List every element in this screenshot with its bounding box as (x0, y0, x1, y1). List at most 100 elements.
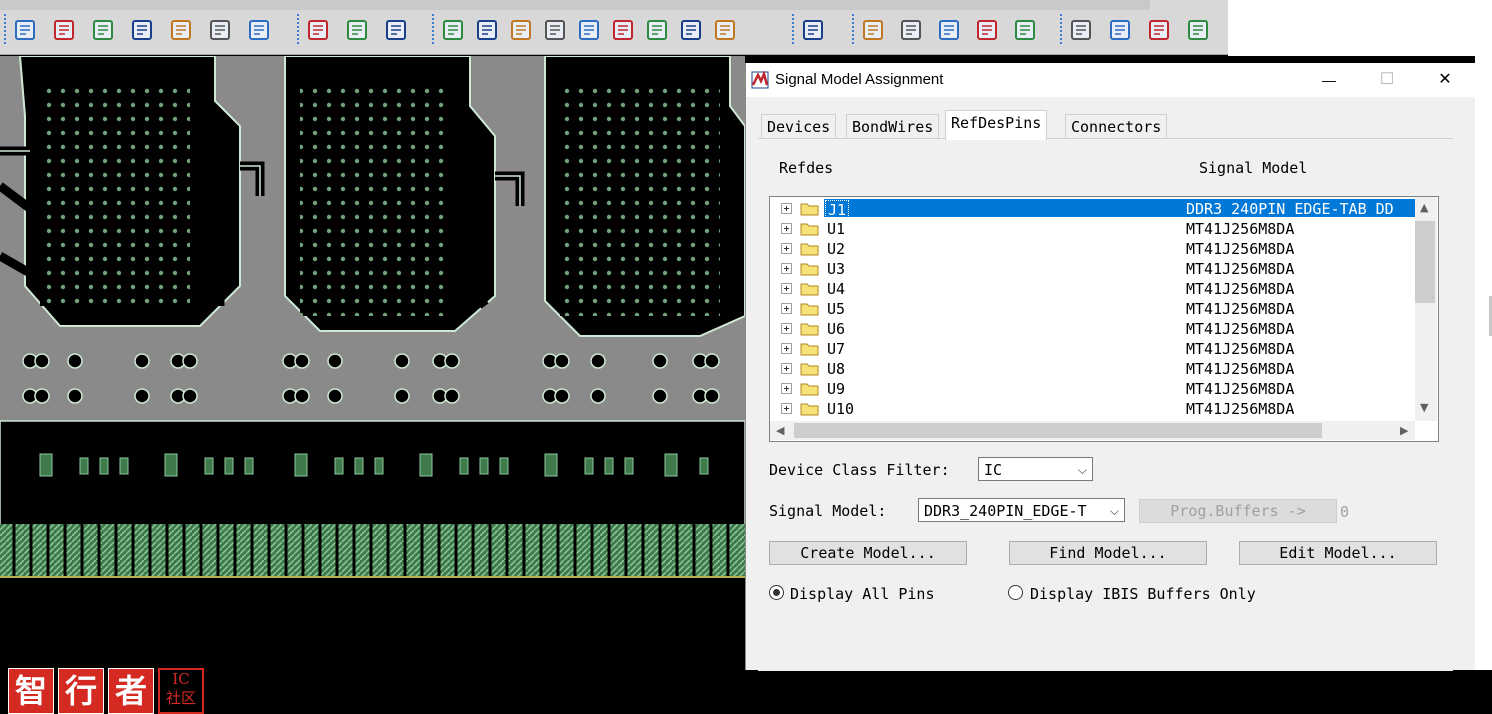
tree-row[interactable]: U4 MT41J256M8DA (770, 279, 1413, 299)
expand-icon[interactable] (781, 363, 792, 374)
refdes-cell: U7 (827, 340, 846, 358)
refdes-column-header: Refdes (779, 159, 834, 177)
display-all-pins-label[interactable]: Display All Pins (790, 585, 935, 603)
tab-refdespins[interactable]: RefDesPins (945, 110, 1048, 140)
tree-row[interactable]: U7 MT41J256M8DA (770, 339, 1413, 359)
horizontal-scroll-thumb[interactable] (794, 423, 1322, 438)
find-model-button[interactable]: Find Model... (1009, 541, 1207, 565)
scroll-up-icon[interactable]: ▲ (1420, 201, 1428, 214)
tree-row[interactable]: J1 DDR3_240PIN_EDGE-TAB_DD (770, 199, 1413, 220)
expand-icon[interactable] (781, 403, 792, 414)
component-icon[interactable] (936, 17, 962, 43)
refdes-cell: U3 (827, 260, 846, 278)
folder-icon (800, 343, 819, 356)
tree-row[interactable]: U9 MT41J256M8DA (770, 379, 1413, 399)
scroll-left-icon[interactable]: ◀ (776, 424, 784, 437)
toolbar-separator (297, 14, 299, 46)
logo-char: 智 (8, 668, 54, 714)
refdes-cell: U4 (827, 280, 846, 298)
close-button[interactable]: ✕ (1416, 63, 1474, 97)
camera-icon[interactable] (542, 17, 568, 43)
refdes-tree-list[interactable]: J1 DDR3_240PIN_EDGE-TAB_DD U1 MT41J256M8DA U… (769, 196, 1439, 442)
array-icon[interactable] (712, 17, 738, 43)
expand-icon[interactable] (781, 283, 792, 294)
board-component-icon[interactable] (305, 17, 331, 43)
tree-row[interactable]: U6 MT41J256M8DA (770, 319, 1413, 339)
create-model-button[interactable]: Create Model... (769, 541, 967, 565)
tree-row[interactable]: U1 MT41J256M8DA (770, 219, 1413, 239)
chip-block-2 (284, 56, 496, 332)
toolbar-separator (852, 14, 854, 46)
circle-select-icon[interactable] (90, 17, 116, 43)
vertical-scroll-thumb[interactable] (1415, 221, 1435, 303)
library-icon[interactable] (474, 17, 500, 43)
expand-icon[interactable] (781, 203, 792, 214)
dimension-icon[interactable] (344, 17, 370, 43)
delete-icon[interactable] (246, 17, 272, 43)
expand-icon[interactable] (781, 243, 792, 254)
edit-model-button[interactable]: Edit Model... (1239, 541, 1437, 565)
grid-dots-icon[interactable] (644, 17, 670, 43)
expand-icon[interactable] (781, 343, 792, 354)
signal-model-cell: MT41J256M8DA (1186, 380, 1295, 398)
folder-icon (800, 203, 819, 216)
expand-icon[interactable] (781, 223, 792, 234)
display-all-pins-radio[interactable] (769, 585, 784, 600)
display-ibis-buffers-radio[interactable] (1008, 585, 1023, 600)
refdes-icon[interactable] (576, 17, 602, 43)
expand-icon[interactable] (781, 263, 792, 274)
tree-row[interactable]: U10 MT41J256M8DA (770, 399, 1413, 419)
tree-row[interactable]: U5 MT41J256M8DA (770, 299, 1413, 319)
expand-icon[interactable] (781, 383, 792, 394)
prog-buffers-button[interactable]: Prog.Buffers -> (1139, 499, 1337, 523)
logo-char: 者 (108, 668, 154, 714)
scroll-right-icon[interactable]: ▶ (1400, 424, 1408, 437)
expand-icon[interactable] (781, 303, 792, 314)
waveform-icon[interactable] (800, 17, 826, 43)
seal-bottom-text: 社区 (165, 689, 196, 707)
model-browser-icon[interactable] (898, 17, 924, 43)
tree-row[interactable]: U3 MT41J256M8DA (770, 259, 1413, 279)
check-icon[interactable] (974, 17, 1000, 43)
select-pointer-icon[interactable] (12, 17, 38, 43)
refdes-cell: U9 (827, 380, 846, 398)
circle-outline-icon[interactable] (168, 17, 194, 43)
tab-connectors[interactable]: Connectors (1065, 114, 1168, 139)
toolbar-top-strip (0, 0, 1150, 10)
tree-row[interactable]: U2 MT41J256M8DA (770, 239, 1413, 259)
folder-icon (800, 263, 819, 276)
rectangle-select-icon[interactable] (51, 17, 77, 43)
device-class-filter-select[interactable]: IC ⌵ (978, 457, 1093, 481)
display-ibis-buffers-label[interactable]: Display IBIS Buffers Only (1030, 585, 1256, 603)
copy-windows-icon[interactable] (1068, 17, 1094, 43)
toolbar-separator (1060, 14, 1062, 46)
watermark-logo: 智行者 IC 社区 (8, 668, 204, 714)
square-outline-icon[interactable] (129, 17, 155, 43)
refdes-cell: U8 (827, 360, 846, 378)
signal-model-cell: MT41J256M8DA (1186, 300, 1295, 318)
signal-icon[interactable] (1107, 17, 1133, 43)
dialog-titlebar[interactable]: Signal Model Assignment — ☐ ✕ (746, 63, 1476, 97)
tab-bondwires[interactable]: BondWires (846, 114, 940, 139)
background-window-edge (1475, 56, 1492, 670)
minimize-button[interactable]: — (1300, 63, 1358, 97)
wire-icon[interactable] (1012, 17, 1038, 43)
expand-icon[interactable] (781, 323, 792, 334)
signal-model-select[interactable]: DDR3_240PIN_EDGE-T ⌵ (918, 498, 1125, 522)
maximize-button[interactable]: ☐ (1358, 63, 1416, 97)
book-icon[interactable] (610, 17, 636, 43)
signal-model-cell: MT41J256M8DA (1186, 340, 1295, 358)
tab-devices[interactable]: Devices (761, 114, 837, 139)
folder-icon (800, 283, 819, 296)
help-icon[interactable] (1185, 17, 1211, 43)
scroll-down-icon[interactable]: ▼ (1420, 401, 1428, 414)
report-icon[interactable] (860, 17, 886, 43)
odb-export-icon[interactable] (440, 17, 466, 43)
mail-icon[interactable] (1146, 17, 1172, 43)
measure-icon[interactable] (383, 17, 409, 43)
window-icon[interactable] (207, 17, 233, 43)
tag-icon[interactable] (678, 17, 704, 43)
probe-icon[interactable] (508, 17, 534, 43)
tree-row[interactable]: U8 MT41J256M8DA (770, 359, 1413, 379)
pcb-layout-canvas[interactable]: 智行者 IC 社区 (0, 56, 745, 714)
